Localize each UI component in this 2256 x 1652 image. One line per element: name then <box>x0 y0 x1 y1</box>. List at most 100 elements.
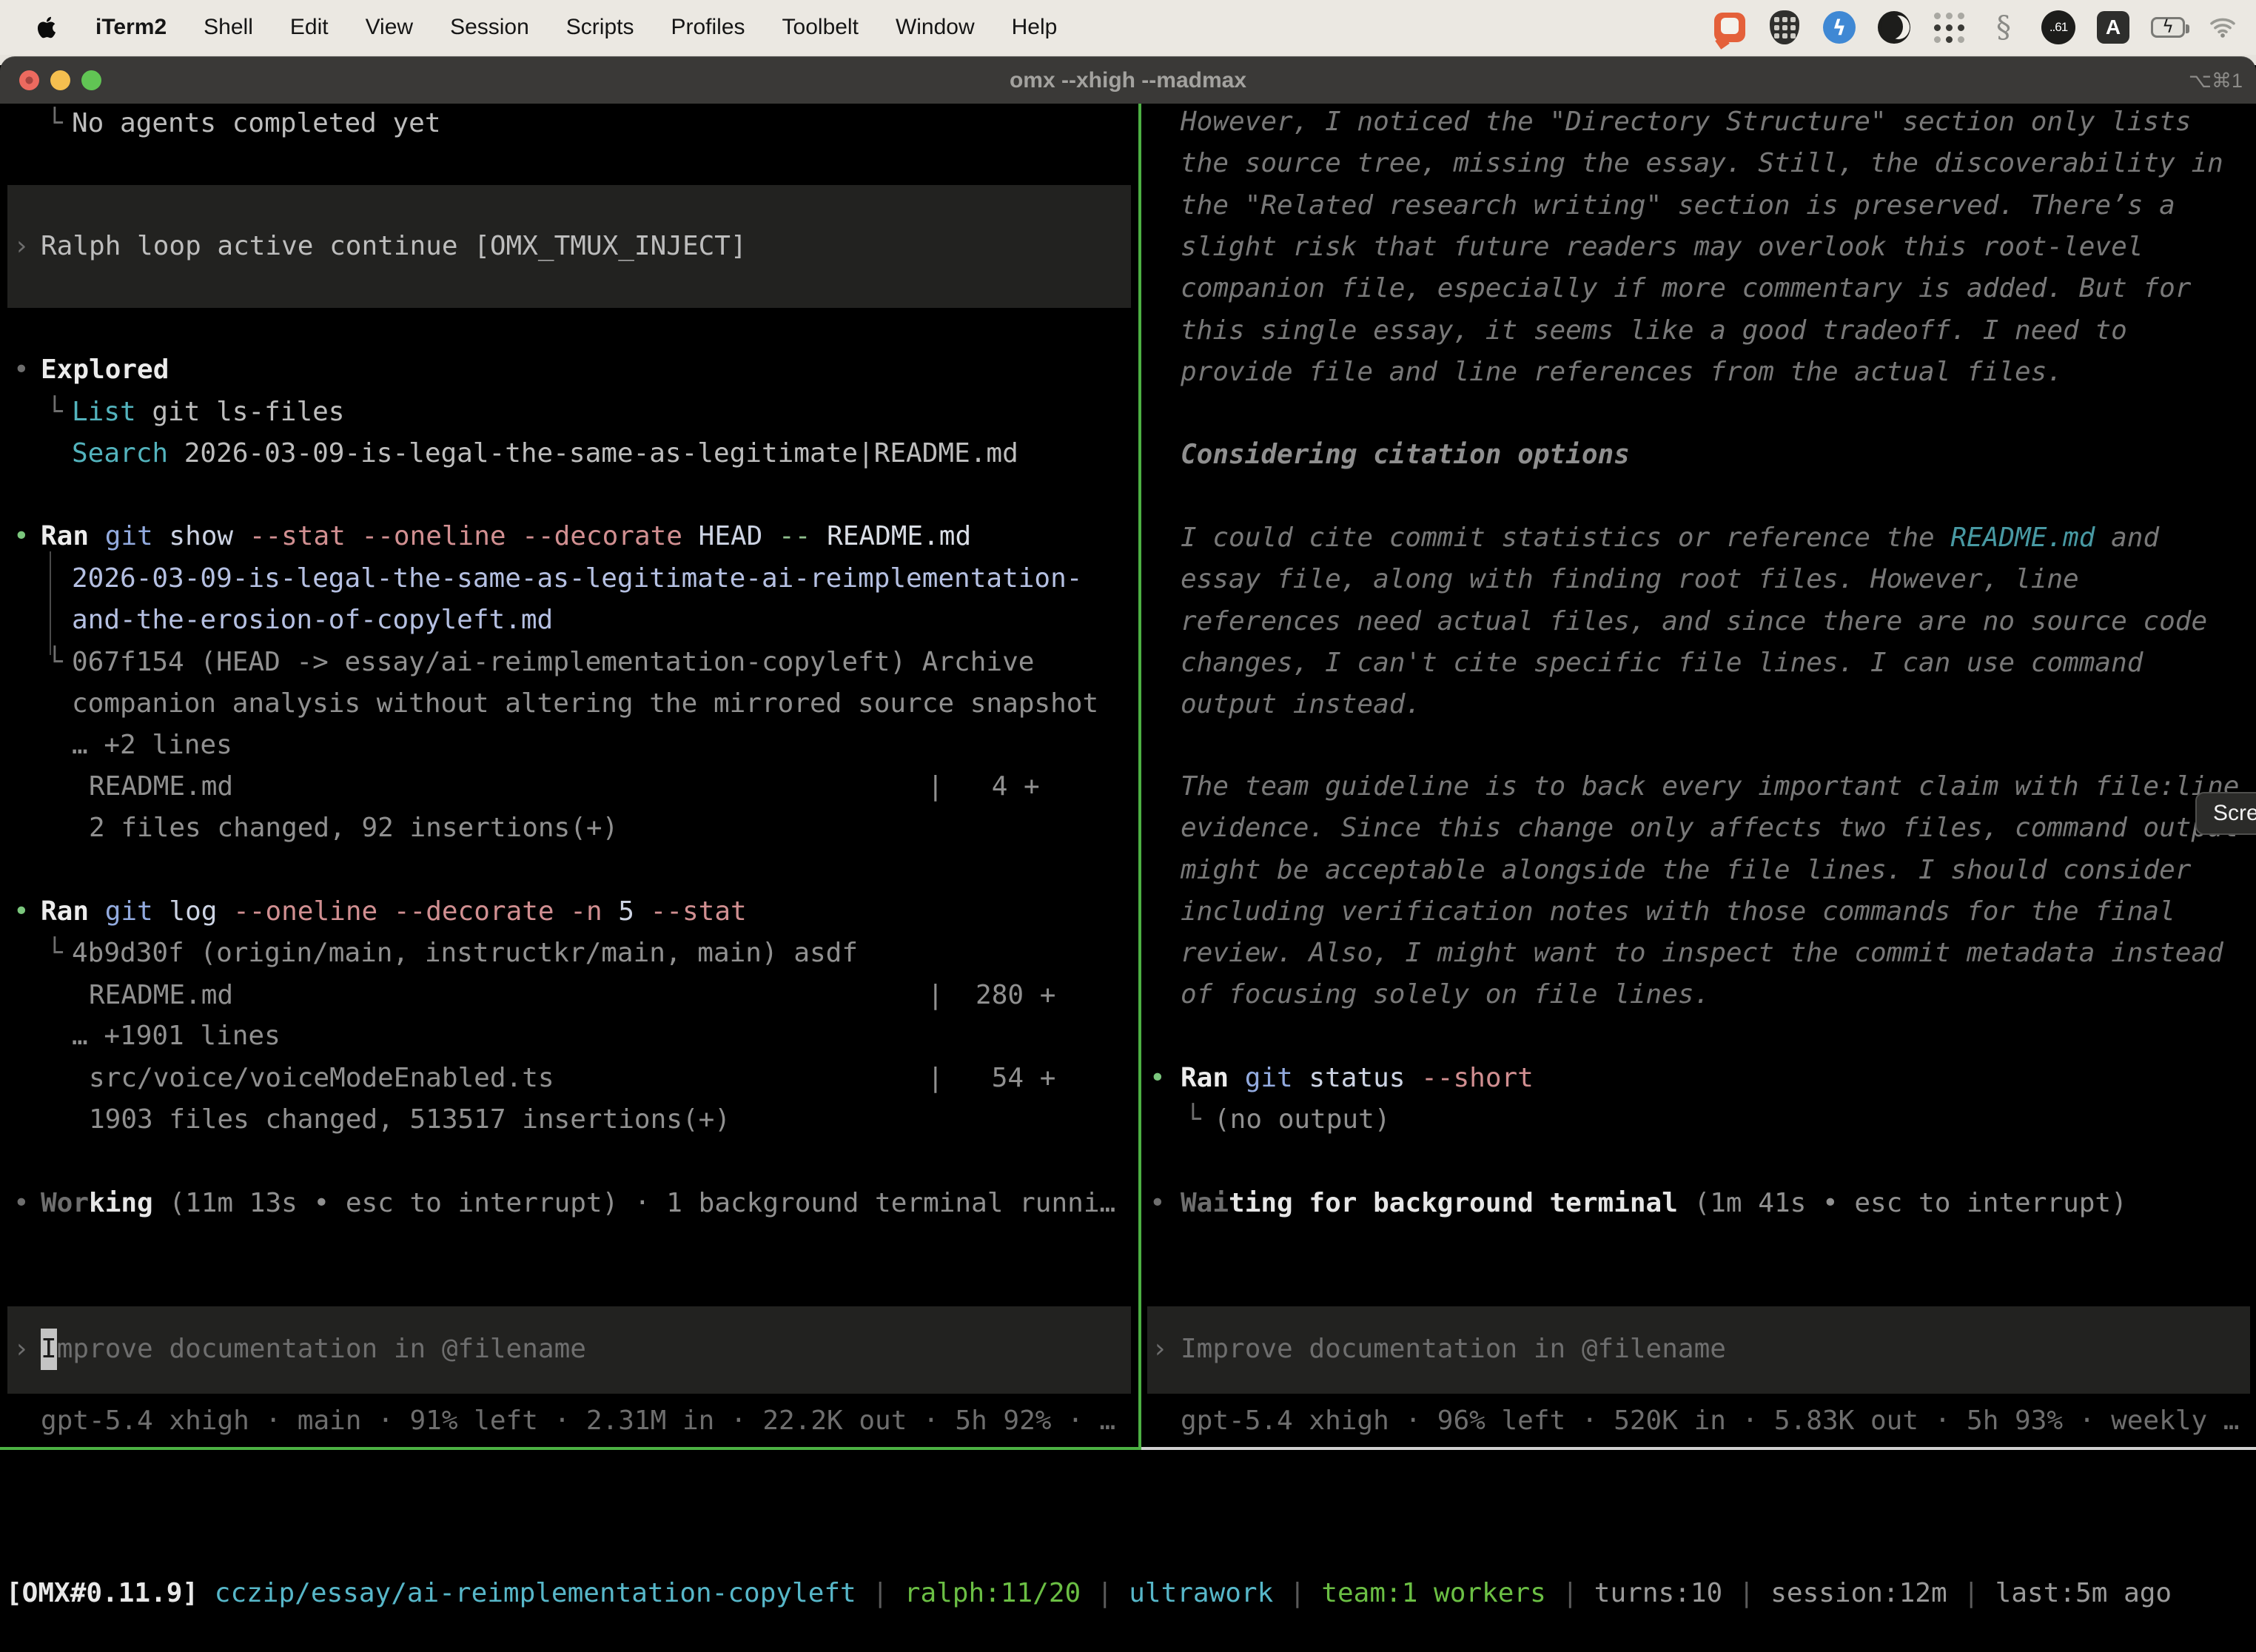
cmd-flags: --short <box>1421 1063 1534 1093</box>
bullet-icon: • <box>13 891 30 933</box>
thinking-line: this single essay, it seems like a good … <box>1181 310 2127 352</box>
readme-link: README.md <box>1950 523 2095 553</box>
omx-status-line: [OMX#0.11.9] cczip/essay/ai-reimplementa… <box>6 1573 2172 1614</box>
bolt-app-icon[interactable]: ϟ <box>1822 10 1856 44</box>
thinking-line: companion file, especially if more comme… <box>1181 268 2191 309</box>
command-line: Ran git log --oneline --decorate -n 5 --… <box>41 891 747 933</box>
bullet-icon: • <box>13 349 30 391</box>
shield-app-icon[interactable] <box>1767 10 1802 44</box>
menu-item-window[interactable]: Window <box>877 15 993 40</box>
macos-menu-bar: iTerm2 Shell Edit View Session Scripts P… <box>0 0 2256 55</box>
menu-item-edit[interactable]: Edit <box>272 15 347 40</box>
window-title: omx --xhigh --madmax <box>0 57 2256 104</box>
thinking-line: However, I noticed the "Directory Struct… <box>1181 101 2191 143</box>
terminal-content: └ No agents completed yet › Ralph loop a… <box>0 104 2256 1652</box>
command-line: Ran git status --short <box>1181 1058 1534 1099</box>
menu-item-iterm2[interactable]: iTerm2 <box>77 15 185 40</box>
thinking-line: review. Also, I might want to inspect th… <box>1181 933 2223 974</box>
menu-item-shell[interactable]: Shell <box>185 15 272 40</box>
menu-item-help[interactable]: Help <box>993 15 1076 40</box>
tree-corner-icon: └ <box>47 103 63 144</box>
prompt-arrow-icon: › <box>1152 1329 1168 1370</box>
thinking-line: the source tree, missing the essay. Stil… <box>1181 143 2223 184</box>
window-shortcut-badge: ⌥⌘1 <box>2189 57 2243 104</box>
command-output-line: 4b9d30f (origin/main, instructkr/main, m… <box>72 933 858 974</box>
cmd-dashes: -- <box>779 521 827 551</box>
diffstat-count: | 54 + <box>927 1058 1055 1099</box>
bullet-icon: • <box>13 1183 30 1224</box>
thinking-text: I could cite commit statistics or refere… <box>1181 523 1950 553</box>
tooltip-text: Scre <box>2213 801 2256 826</box>
thinking-text: and <box>2095 523 2159 553</box>
command-wrap-line: and-the-erosion-of-copyleft.md <box>72 600 553 641</box>
wifi-icon[interactable] <box>2206 10 2240 44</box>
command-output-line: companion analysis without altering the … <box>72 683 1098 725</box>
thinking-line: references need actual files, and since … <box>1181 601 2207 642</box>
prompt-placeholder[interactable]: Improve documentation in @filename <box>1181 1329 1726 1370</box>
command-line: Ran git show --stat --oneline --decorate… <box>41 516 971 557</box>
menu-item-toolbelt[interactable]: Toolbelt <box>764 15 877 40</box>
separator: | <box>1947 1578 1995 1608</box>
cmd-sub: status <box>1309 1063 1421 1093</box>
window-title-bar: omx --xhigh --madmax ⌥⌘1 <box>0 56 2256 104</box>
bullet-icon: • <box>1149 1058 1166 1099</box>
separator: | <box>1081 1578 1129 1608</box>
apple-menu-icon[interactable] <box>36 15 58 40</box>
omx-mode: ultrawork <box>1129 1578 1273 1608</box>
menu-status-icons: ϟ § ..61 A ϟ <box>1713 10 2256 44</box>
search-verb: Search <box>72 438 184 469</box>
menu-item-session[interactable]: Session <box>432 15 548 40</box>
ran-label: Ran <box>41 521 105 551</box>
explored-heading: Explored <box>41 349 169 391</box>
battery-percent-icon[interactable]: ..61 <box>2041 10 2075 44</box>
menu-items: iTerm2 Shell Edit View Session Scripts P… <box>0 15 1075 40</box>
cmd-head: HEAD <box>699 521 779 551</box>
separator: | <box>1722 1578 1770 1608</box>
menu-item-view[interactable]: View <box>347 15 432 40</box>
tree-corner-icon: └ <box>47 933 63 974</box>
thinking-line: slight risk that future readers may over… <box>1181 226 2143 268</box>
ran-label: Ran <box>41 896 105 927</box>
tree-corner-icon: └ <box>1185 1099 1201 1141</box>
omx-session: session:12m <box>1770 1578 1947 1608</box>
diffstat-file: src/voice/voiceModeEnabled.ts <box>89 1058 554 1099</box>
waiting-shimmer-bright: ting for background terminal <box>1229 1188 1678 1218</box>
prompt-input-text[interactable]: Improve documentation in @filename <box>41 1329 586 1370</box>
diffstat-count: | 4 + <box>927 766 1040 807</box>
pane-divider[interactable] <box>1138 104 1141 1450</box>
bullet-icon: • <box>1149 1183 1166 1224</box>
thinking-line: The team guideline is to back every impo… <box>1181 766 2239 807</box>
cmd-flags: --oneline --decorate <box>233 896 570 927</box>
thinking-line: of focusing solely on file lines. <box>1181 974 1710 1015</box>
omx-last-activity: last:5m ago <box>1995 1578 2172 1608</box>
separator: | <box>1546 1578 1594 1608</box>
chat-app-icon[interactable] <box>1713 10 1747 44</box>
ran-label: Ran <box>1181 1063 1245 1093</box>
text-cursor: I <box>41 1329 57 1370</box>
cmd-flags: --stat <box>651 896 747 927</box>
thinking-line: essay file, along with finding root file… <box>1181 559 2079 600</box>
list-verb: List <box>72 397 152 427</box>
truncation-note: … +2 lines <box>72 725 232 766</box>
working-status-line: Working (11m 13s • esc to interrupt) · 1… <box>41 1183 1115 1224</box>
waiting-shimmer-dim: Wai <box>1181 1188 1229 1218</box>
squiggle-app-icon[interactable]: § <box>1987 10 2021 44</box>
dots-grid-icon[interactable] <box>1932 10 1966 44</box>
crescent-app-icon[interactable] <box>1877 10 1911 44</box>
waiting-status-line: Waiting for background terminal (1m 41s … <box>1181 1183 2127 1224</box>
omx-version: [OMX#0.11.9] <box>6 1578 198 1608</box>
explored-search-line: Search 2026-03-09-is-legal-the-same-as-l… <box>72 433 1018 474</box>
battery-icon[interactable]: ϟ <box>2151 10 2185 44</box>
tree-connector-line <box>50 551 51 655</box>
input-source-icon[interactable]: A <box>2096 10 2130 44</box>
command-output-line: 067f154 (HEAD -> essay/ai-reimplementati… <box>72 642 1034 683</box>
agents-status-line: No agents completed yet <box>72 103 441 144</box>
command-wrap-line: 2026-03-09-is-legal-the-same-as-legitima… <box>72 558 1082 600</box>
omx-team: team:1 workers <box>1321 1578 1545 1608</box>
menu-item-profiles[interactable]: Profiles <box>652 15 763 40</box>
active-pane-border <box>0 1447 1138 1450</box>
thinking-line: might be acceptable alongside the file l… <box>1181 850 2191 891</box>
diffstat-count: | 280 + <box>927 975 1055 1016</box>
working-shimmer-bright: king <box>89 1188 153 1218</box>
menu-item-scripts[interactable]: Scripts <box>548 15 653 40</box>
